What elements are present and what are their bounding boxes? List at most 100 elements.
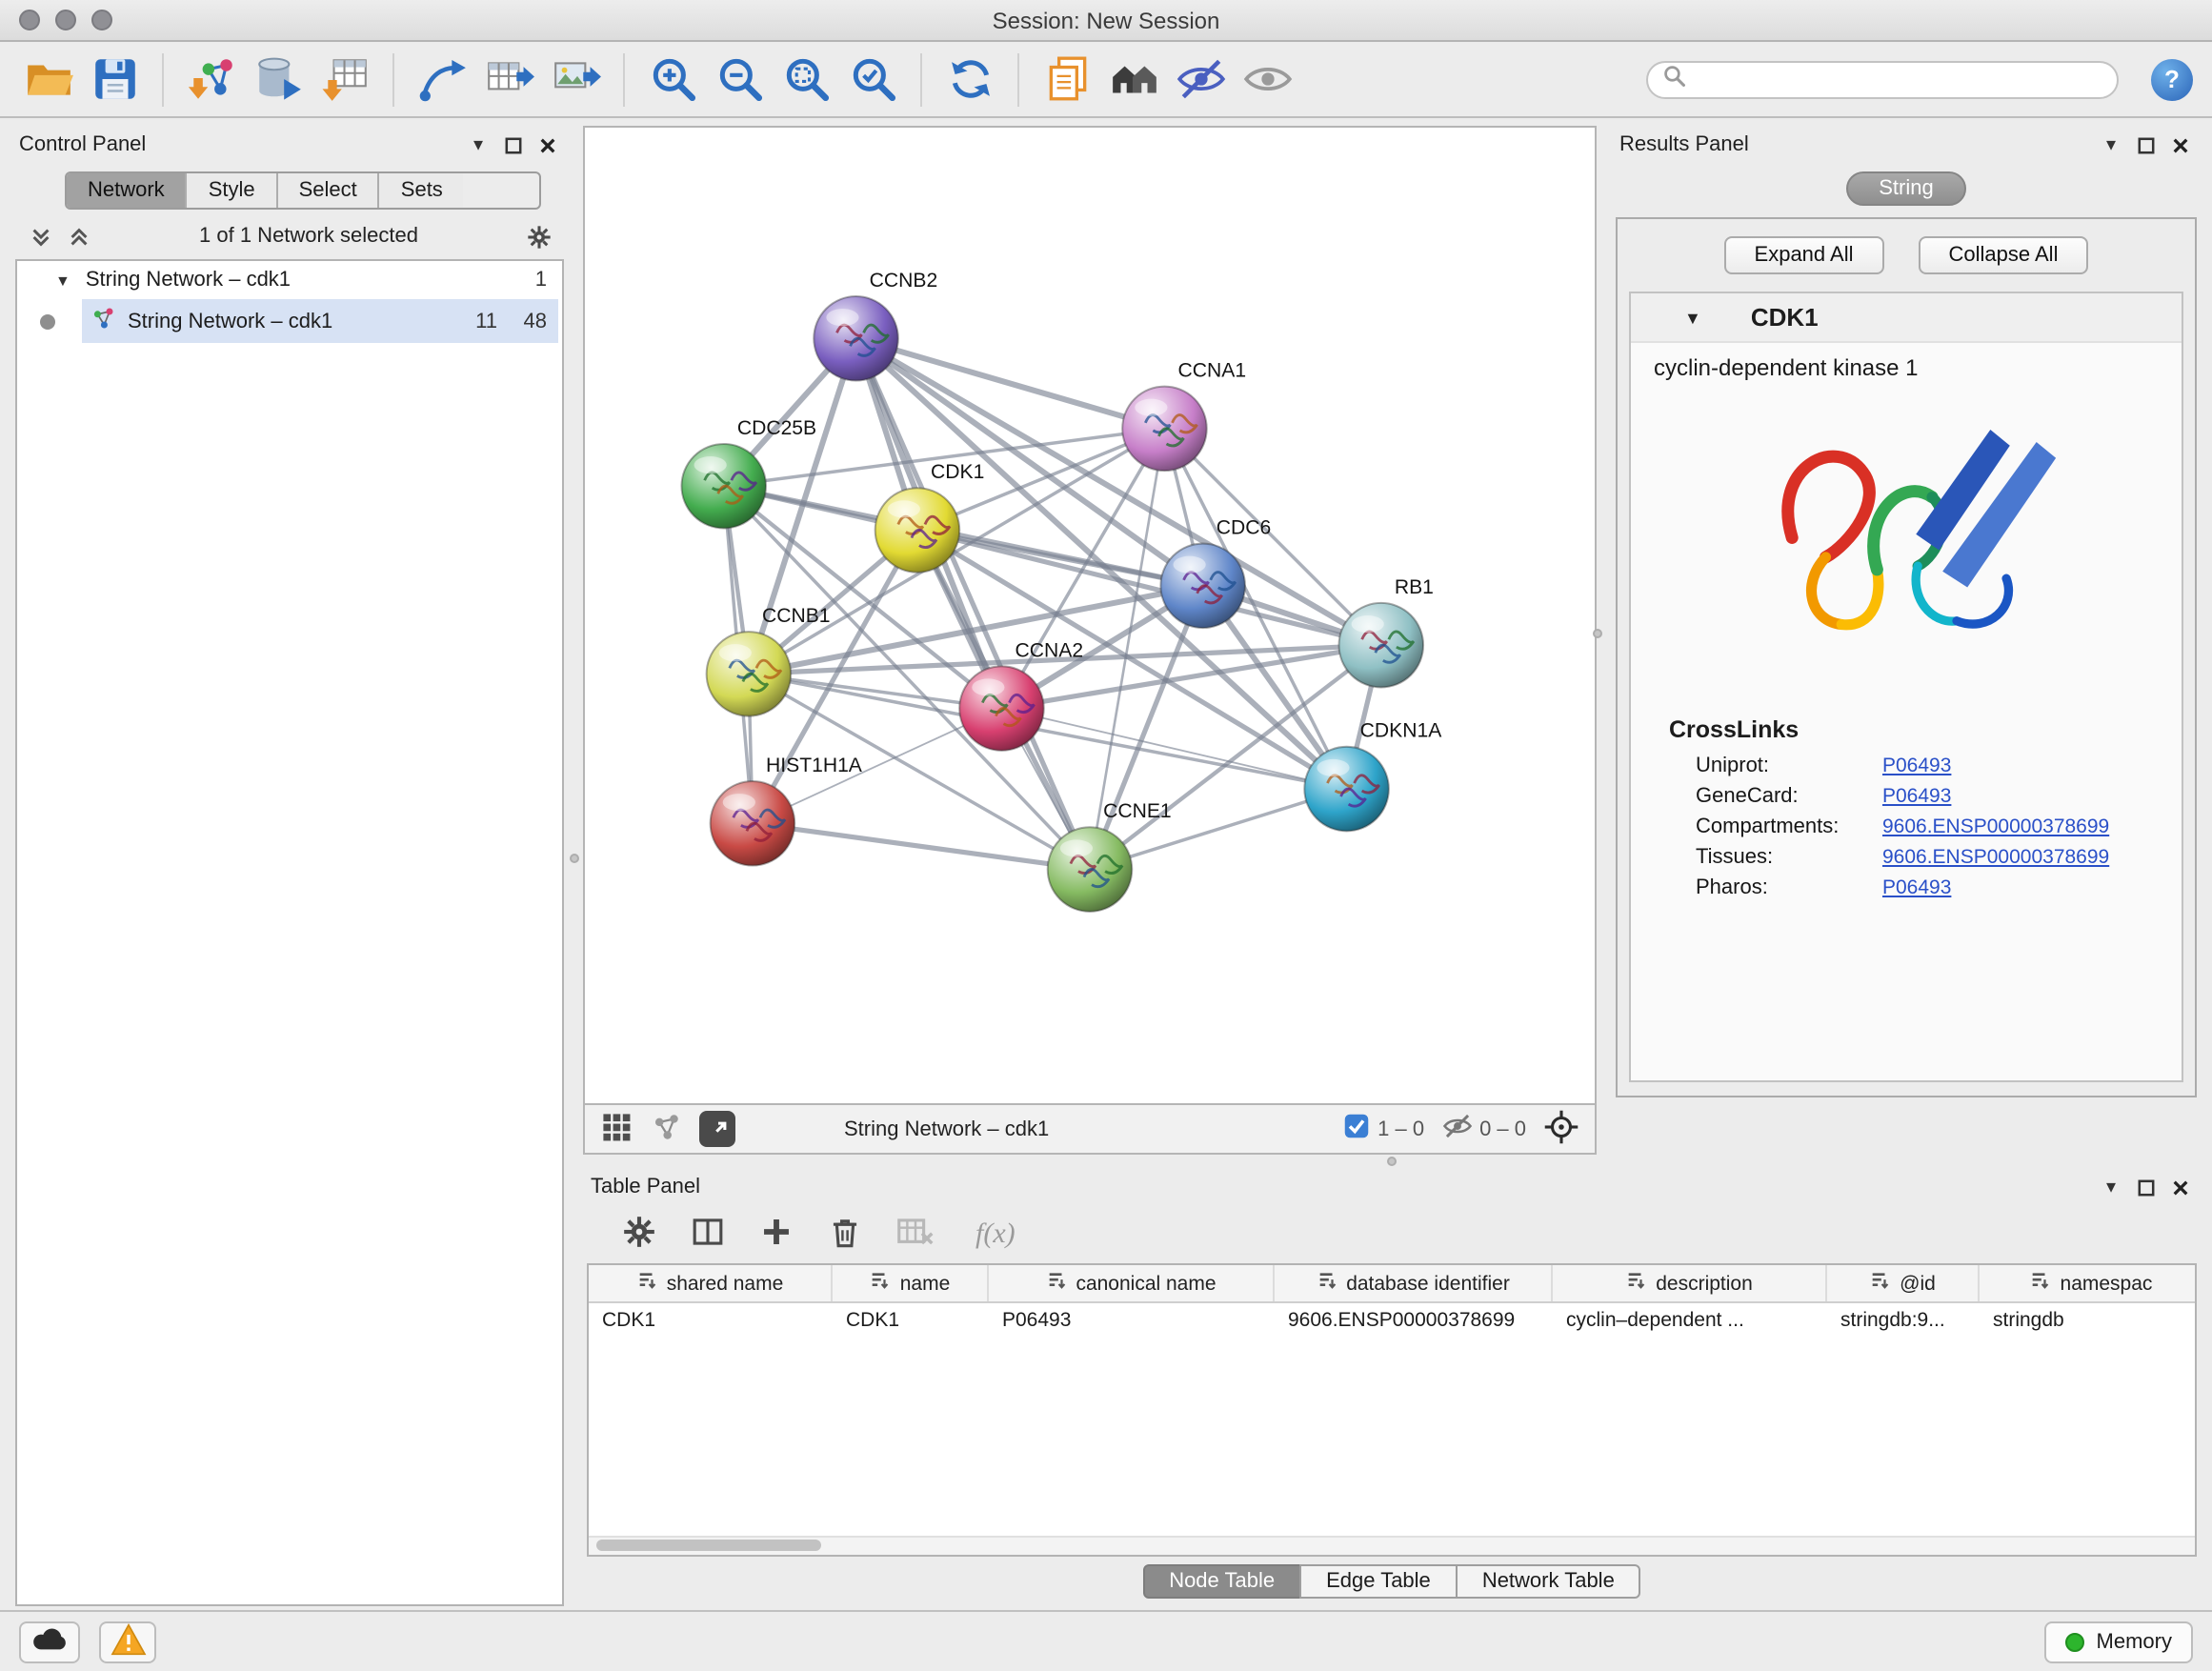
network-node-cdc25b[interactable]: CDC25B xyxy=(681,417,816,529)
column-header-namespace[interactable]: namespac xyxy=(1980,1265,2197,1301)
tab-select[interactable]: Select xyxy=(278,173,380,208)
table-options-gear-icon[interactable] xyxy=(621,1214,657,1256)
network-list-item[interactable]: String Network – cdk1 11 48 xyxy=(17,297,562,345)
zoom-out-button[interactable] xyxy=(711,50,768,108)
network-node-ccna1[interactable]: CCNA1 xyxy=(1122,360,1246,472)
cell-canonical-name[interactable]: P06493 xyxy=(989,1303,1275,1341)
string-results-tab[interactable]: String xyxy=(1846,171,1966,206)
show-details-button[interactable] xyxy=(1238,50,1296,108)
tab-style[interactable]: Style xyxy=(188,173,278,208)
tab-network-table[interactable]: Network Table xyxy=(1456,1564,1641,1599)
close-window-button[interactable] xyxy=(19,10,40,30)
column-header-description[interactable]: description xyxy=(1553,1265,1827,1301)
expand-all-button[interactable]: Expand All xyxy=(1724,236,1884,274)
save-session-button[interactable] xyxy=(86,50,143,108)
new-network-from-selection-button[interactable] xyxy=(413,50,471,108)
birdseye-view-icon[interactable] xyxy=(650,1110,682,1148)
table-panel-header: Table Panel ▾ xyxy=(583,1168,2201,1206)
cell-shared-name[interactable]: CDK1 xyxy=(589,1303,833,1341)
detach-view-button[interactable] xyxy=(699,1111,735,1147)
open-session-button[interactable] xyxy=(19,50,76,108)
zoom-selected-button[interactable] xyxy=(844,50,901,108)
collapse-all-button[interactable]: Collapse All xyxy=(1919,236,2089,274)
add-column-icon[interactable] xyxy=(758,1214,794,1256)
tab-edge-table[interactable]: Edge Table xyxy=(1299,1564,1458,1599)
float-panel-button[interactable]: ▾ xyxy=(2098,1174,2124,1200)
cell-database-identifier[interactable]: 9606.ENSP00000378699 xyxy=(1275,1303,1553,1341)
crosslink-link[interactable]: 9606.ENSP00000378699 xyxy=(1882,846,2109,869)
pan-crosshair-button[interactable] xyxy=(1543,1108,1579,1150)
network-node-rb1[interactable]: RB1 xyxy=(1339,576,1434,688)
collection-collapse-icon[interactable]: ▼ xyxy=(55,272,70,289)
network-node-cdk1[interactable]: CDK1 xyxy=(875,461,985,573)
warnings-button[interactable] xyxy=(99,1621,156,1662)
import-network-from-file-button[interactable] xyxy=(183,50,240,108)
cell-namespace[interactable]: stringdb xyxy=(1980,1303,2197,1341)
close-panel-button[interactable] xyxy=(2166,131,2193,158)
cell-id[interactable]: stringdb:9... xyxy=(1827,1303,1980,1341)
welcome-screen-button[interactable] xyxy=(1105,50,1162,108)
minimize-window-button[interactable] xyxy=(55,10,76,30)
column-header-shared-name[interactable]: shared name xyxy=(589,1265,833,1301)
tab-network[interactable]: Network xyxy=(67,173,188,208)
import-table-button[interactable] xyxy=(316,50,373,108)
function-builder-button[interactable]: f(x) xyxy=(975,1218,1016,1251)
grid-view-icon[interactable] xyxy=(600,1110,633,1148)
hidden-eye-slash-icon[interactable] xyxy=(1441,1111,1472,1147)
export-table-button[interactable] xyxy=(480,50,537,108)
memory-button[interactable]: Memory xyxy=(2045,1621,2193,1662)
show-graphics-details-button[interactable] xyxy=(1038,50,1096,108)
selected-checkbox-icon[interactable] xyxy=(1343,1113,1370,1145)
search-input[interactable] xyxy=(1696,68,2101,91)
network-node-cdkn1a[interactable]: CDKN1A xyxy=(1304,720,1442,832)
network-node-hist1h1a[interactable]: HIST1H1A xyxy=(711,755,863,866)
network-node-ccnb2[interactable]: CCNB2 xyxy=(814,270,937,381)
cell-description[interactable]: cyclin–dependent ... xyxy=(1553,1303,1827,1341)
tab-node-table[interactable]: Node Table xyxy=(1142,1564,1301,1599)
delete-column-icon[interactable] xyxy=(827,1214,863,1256)
maximize-panel-button[interactable] xyxy=(499,131,526,158)
expand-all-networks-icon[interactable] xyxy=(27,223,53,250)
float-panel-button[interactable]: ▾ xyxy=(2098,131,2124,158)
table-row[interactable]: CDK1 CDK1 P06493 9606.ENSP00000378699 cy… xyxy=(589,1303,2195,1341)
network-options-gear-icon[interactable] xyxy=(526,223,553,250)
network-collection-row[interactable]: ▼ String Network – cdk1 1 xyxy=(17,261,562,297)
horizontal-scrollbar[interactable] xyxy=(589,1536,2195,1555)
gene-entry-header[interactable]: ▼ CDK1 xyxy=(1631,293,2182,343)
maximize-panel-button[interactable] xyxy=(2132,131,2159,158)
crosslink-link[interactable]: P06493 xyxy=(1882,876,1951,899)
maximize-panel-button[interactable] xyxy=(2132,1174,2159,1200)
horizontal-splitter[interactable] xyxy=(583,1155,2201,1168)
tab-sets[interactable]: Sets xyxy=(380,173,464,208)
cloud-status-button[interactable] xyxy=(19,1621,80,1662)
export-image-button[interactable] xyxy=(547,50,604,108)
vertical-splitter-handle[interactable] xyxy=(570,854,579,863)
apply-preferred-layout-button[interactable] xyxy=(941,50,998,108)
entry-collapse-icon[interactable]: ▼ xyxy=(1684,308,1701,327)
close-panel-button[interactable] xyxy=(2166,1174,2193,1200)
column-header-canonical-name[interactable]: canonical name xyxy=(989,1265,1275,1301)
zoom-in-button[interactable] xyxy=(644,50,701,108)
crosslink-link[interactable]: P06493 xyxy=(1882,755,1951,777)
close-panel-button[interactable] xyxy=(533,131,560,158)
column-header-name[interactable]: name xyxy=(833,1265,989,1301)
network-graph[interactable]: CCNB2CCNA1CDC25BCDK1CDC6RB1CCNB1CCNA2CDK… xyxy=(585,128,1595,1103)
hide-graphics-details-button[interactable] xyxy=(1172,50,1229,108)
float-panel-button[interactable]: ▾ xyxy=(465,131,492,158)
zoom-fit-button[interactable] xyxy=(777,50,835,108)
cell-name[interactable]: CDK1 xyxy=(833,1303,989,1341)
import-network-from-database-button[interactable] xyxy=(250,50,307,108)
vertical-splitter-handle[interactable] xyxy=(1593,629,1602,638)
column-header-id[interactable]: @id xyxy=(1827,1265,1980,1301)
show-columns-icon[interactable] xyxy=(690,1214,726,1256)
scrollbar-thumb[interactable] xyxy=(596,1540,821,1551)
crosslink-link[interactable]: P06493 xyxy=(1882,785,1951,808)
zoom-window-button[interactable] xyxy=(91,10,112,30)
network-view-canvas[interactable]: CCNB2CCNA1CDC25BCDK1CDC6RB1CCNB1CCNA2CDK… xyxy=(583,126,1597,1105)
network-edge[interactable] xyxy=(753,823,1090,869)
crosslink-link[interactable]: 9606.ENSP00000378699 xyxy=(1882,815,2109,838)
help-button[interactable]: ? xyxy=(2151,58,2193,100)
network-edge[interactable] xyxy=(856,338,1090,869)
collapse-all-networks-icon[interactable] xyxy=(65,223,91,250)
column-header-database-identifier[interactable]: database identifier xyxy=(1275,1265,1553,1301)
